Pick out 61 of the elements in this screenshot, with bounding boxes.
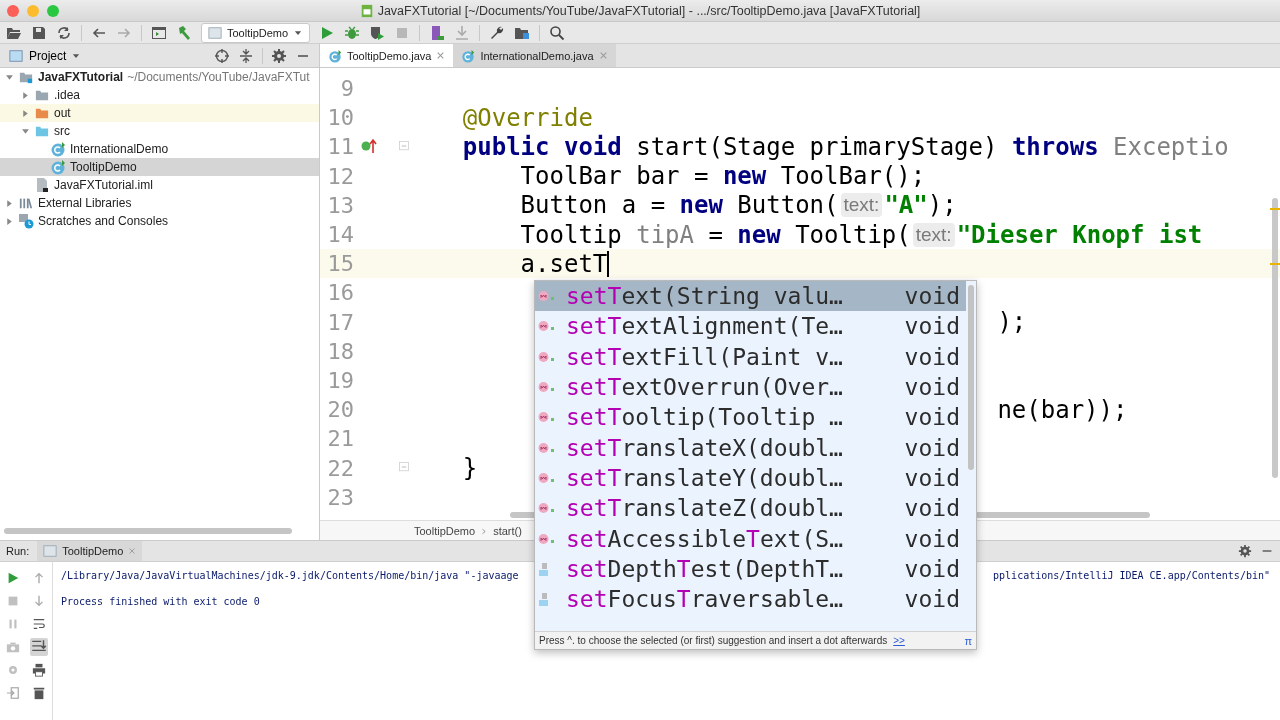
- code-line: a.setT: [520, 249, 608, 278]
- tree-item[interactable]: JavaFXTutorial.iml: [0, 176, 319, 194]
- completion-item[interactable]: setTooltip(Tooltip … void: [535, 402, 966, 433]
- completion-item[interactable]: setTranslateY(doubl… void: [535, 462, 966, 494]
- tree-item[interactable]: JavaFXTutorial ~/Documents/YouTube/JavaFXTut: [0, 68, 319, 86]
- line-number: 12: [326, 163, 354, 189]
- completion-hint: Press ^. to choose the selected (or first) suggestion and insert a dot afterwards: [539, 635, 888, 646]
- console-line: Process finished with exit code 0: [61, 596, 260, 607]
- completion-item[interactable]: setTranslateX(doubl… void: [535, 432, 966, 463]
- completion-item[interactable]: setTextOverrun(Over… void: [535, 371, 966, 403]
- popup-corner-symbol[interactable]: π: [964, 634, 972, 647]
- completion-item[interactable]: setTextFill(Paint v… void: [535, 341, 966, 372]
- line-number: 16: [326, 280, 354, 306]
- line-number: 19: [326, 367, 354, 393]
- line-number: 10: [326, 105, 354, 131]
- tree-item[interactable]: out: [0, 104, 319, 122]
- completion-item[interactable]: setAccessibleText(S… void: [535, 523, 966, 554]
- editor-tab[interactable]: TooltipDemo.java: [320, 44, 454, 67]
- line-number: 22: [326, 455, 354, 481]
- tree-item[interactable]: Scratches and Consoles: [0, 212, 319, 230]
- console-line: /Library/Java/JavaVirtualMachines/jdk-9.jdk/Contents/Home/bin/java "-javaage: [61, 570, 519, 581]
- code-line: );: [997, 308, 1027, 337]
- line-number: 23: [326, 484, 354, 510]
- line-number: 9: [339, 76, 354, 102]
- project-view-dropdown[interactable]: Project: [8, 48, 82, 63]
- breadcrumb[interactable]: TooltipDemo: [414, 525, 476, 537]
- code-line: }: [462, 454, 478, 483]
- line-number: 18: [326, 338, 354, 364]
- window-title: JavaFXTutorial [~/Documents/YouTube/JavaFXTutorial] - .../src/TooltipDemo.java [JavaFXTutorial]: [377, 3, 921, 18]
- code-line: ne(bar));: [997, 395, 1128, 424]
- run-tab[interactable]: TooltipDemo: [37, 541, 143, 561]
- tree-item[interactable]: External Libraries: [0, 194, 319, 212]
- line-number: 17: [326, 309, 354, 335]
- more-link[interactable]: >>: [893, 635, 905, 646]
- completion-item[interactable]: setText(String valu… void: [535, 281, 966, 312]
- line-number: 20: [326, 397, 354, 423]
- run-label: Run:: [6, 545, 30, 557]
- completion-item[interactable]: setDepthTest(DepthT… void: [535, 553, 966, 584]
- tree-item[interactable]: src: [0, 122, 319, 140]
- tree-item[interactable]: .idea: [0, 86, 319, 104]
- tree-item[interactable]: TooltipDemo: [0, 158, 319, 176]
- line-number: 14: [326, 222, 354, 248]
- code-line: Tooltip tipA = new Tooltip( text: "Dieser Knopf ist: [520, 220, 1203, 249]
- completion-item[interactable]: setFocusTraversable… void: [535, 583, 966, 615]
- tree-item[interactable]: InternationalDemo: [0, 140, 319, 158]
- parameter-hint: text:: [840, 193, 883, 218]
- completion-item[interactable]: setTranslateZ(doubl… void: [535, 493, 966, 524]
- console-line: pplications/IntelliJ IDEA CE.app/Contents/bin": [993, 570, 1270, 581]
- code-line: public void start(Stage primaryStage) throws Exceptio: [462, 132, 1229, 161]
- run-configuration-dropdown[interactable]: TooltipDemo: [201, 22, 311, 43]
- code-line: @Override: [462, 103, 593, 132]
- code-line: Button a = new Button( text: "A");: [520, 191, 957, 220]
- line-number: 13: [326, 192, 354, 218]
- completion-item[interactable]: setTextAlignment(Te… void: [535, 311, 966, 342]
- line-number: 15: [326, 251, 354, 277]
- breadcrumb[interactable]: start(): [493, 525, 522, 537]
- code-line: ToolBar bar = new ToolBar();: [520, 162, 926, 191]
- editor-tab[interactable]: InternationalDemo.java: [453, 44, 616, 67]
- parameter-hint: text:: [912, 222, 955, 247]
- line-number: 21: [326, 426, 354, 452]
- line-number: 11: [326, 134, 354, 160]
